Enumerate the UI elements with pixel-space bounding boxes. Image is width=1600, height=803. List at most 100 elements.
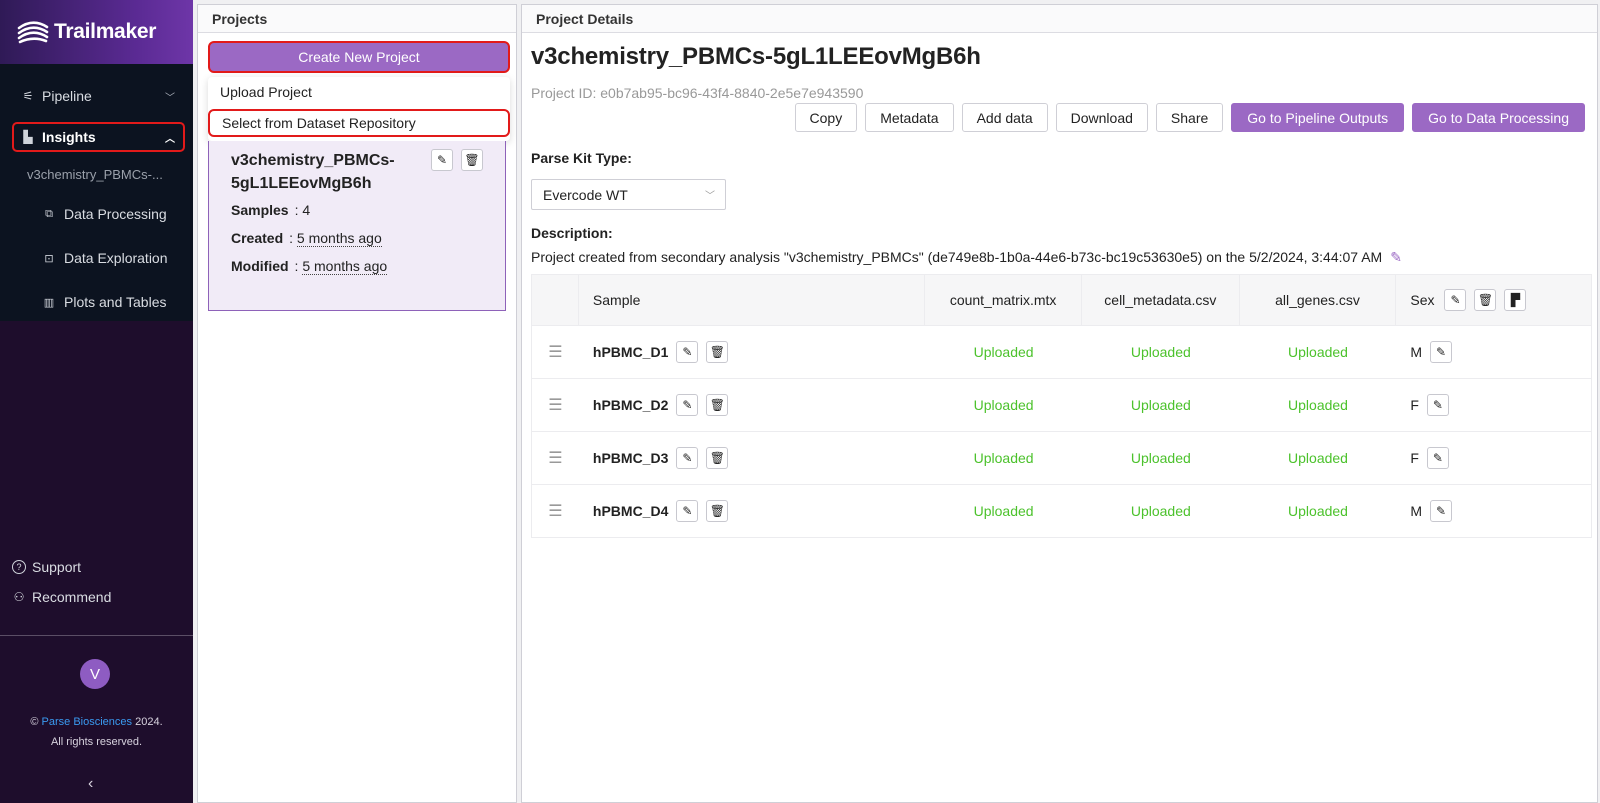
created-value: 5 months ago xyxy=(296,230,382,247)
nav-project-name[interactable]: v3chemistry_PBMCs-... xyxy=(0,156,193,192)
project-card-actions: ✎ 🗑 xyxy=(431,149,483,171)
pencil-icon[interactable]: ✎ xyxy=(1430,500,1453,522)
drag-handle-icon[interactable]: ☰ xyxy=(532,326,579,378)
chevron-down-icon: ﹀ xyxy=(165,92,175,104)
sample-cell: hPBMC_D3 ✎ 🗑 xyxy=(579,432,925,484)
copyright-year: 2024. xyxy=(135,716,163,728)
column-header-all-genes: all_genes.csv xyxy=(1240,275,1397,325)
samples-row: Samples: 4 xyxy=(231,202,311,218)
create-new-project-button[interactable]: Create New Project xyxy=(208,41,510,73)
project-card[interactable]: v3chemistry_PBMCs-5gL1LEEovMgB6h ✎ 🗑 Sam… xyxy=(208,141,506,311)
users-icon: ⚇ xyxy=(13,590,25,604)
details-header: Project Details xyxy=(522,5,1597,33)
parse-kit-select[interactable]: Evercode WT ﹀ xyxy=(531,179,726,210)
pencil-icon[interactable]: ✎ xyxy=(1430,341,1453,363)
select-dataset-repository-option[interactable]: Select from Dataset Repository xyxy=(208,109,510,137)
sex-value: F xyxy=(1410,450,1419,466)
count-matrix-status: Uploaded xyxy=(973,503,1034,519)
table-row: ☰ hPBMC_D2 ✎ 🗑 Uploaded Uploaded Uploade… xyxy=(531,379,1592,432)
go-to-data-processing-button[interactable]: Go to Data Processing xyxy=(1412,103,1585,132)
count-matrix-status: Uploaded xyxy=(973,397,1034,413)
sex-value: M xyxy=(1410,344,1423,360)
go-to-pipeline-outputs-button[interactable]: Go to Pipeline Outputs xyxy=(1231,103,1405,132)
trash-icon[interactable]: 🗑 xyxy=(706,341,729,363)
pencil-icon[interactable]: ✎ xyxy=(1390,249,1402,265)
chevron-down-icon: ﹀ xyxy=(705,191,715,202)
projects-panel: Projects Create New Project Upload Proje… xyxy=(197,4,517,803)
pencil-icon[interactable]: ✎ xyxy=(431,149,453,171)
pipeline-icon: ⚟ xyxy=(22,89,34,103)
support-label: Support xyxy=(32,559,82,575)
parse-kit-value: Evercode WT xyxy=(543,186,628,203)
pencil-icon[interactable]: ✎ xyxy=(676,394,699,416)
pencil-icon[interactable]: ✎ xyxy=(676,500,699,522)
trash-icon[interactable]: 🗑 xyxy=(706,500,729,522)
chevron-up-icon: ︿ xyxy=(165,133,175,145)
upload-project-option[interactable]: Upload Project xyxy=(208,77,510,107)
nav-item-label: Pipeline xyxy=(42,88,92,104)
sample-name: hPBMC_D4 xyxy=(592,503,669,519)
sidebar-footer-links: ? Support ⚇ Recommend xyxy=(0,552,193,612)
table-row: ☰ hPBMC_D1 ✎ 🗑 Uploaded Uploaded Uploade… xyxy=(531,326,1592,379)
cell-metadata-status: Uploaded xyxy=(1130,397,1191,413)
drag-handle-icon[interactable]: ☰ xyxy=(532,379,579,431)
parse-biosciences-link[interactable]: Parse Biosciences xyxy=(42,716,133,728)
trash-icon[interactable]: 🗑 xyxy=(461,149,483,171)
sidebar-divider xyxy=(0,635,193,636)
pencil-icon[interactable]: ✎ xyxy=(676,447,699,469)
pencil-icon[interactable]: ✎ xyxy=(1426,394,1449,416)
nav-sub-label: Plots and Tables xyxy=(64,294,167,310)
nav-sub-plots-tables[interactable]: ▥ Plots and Tables xyxy=(0,280,193,324)
support-link[interactable]: ? Support xyxy=(0,552,193,582)
sample-cell: hPBMC_D2 ✎ 🗑 xyxy=(579,379,925,431)
page-title: v3chemistry_PBMCs-5gL1LEEovMgB6h xyxy=(531,43,981,70)
sex-header-label: Sex xyxy=(1410,292,1435,308)
trash-icon[interactable]: 🗑 xyxy=(1474,289,1497,311)
sex-value: M xyxy=(1410,503,1423,519)
nav-sub-data-exploration[interactable]: ⊡ Data Exploration xyxy=(0,236,193,280)
pencil-icon[interactable]: ✎ xyxy=(1426,447,1449,469)
pencil-icon[interactable]: ✎ xyxy=(1444,289,1467,311)
trash-icon[interactable]: 🗑 xyxy=(706,394,729,416)
recommend-link[interactable]: ⚇ Recommend xyxy=(0,582,193,612)
sex-cell: M ✎ xyxy=(1396,485,1591,537)
drag-handle-icon[interactable]: ☰ xyxy=(532,485,579,537)
samples-label: Samples xyxy=(231,202,289,218)
all-genes-status: Uploaded xyxy=(1288,503,1348,519)
cell-metadata-status: Uploaded xyxy=(1130,450,1191,466)
trash-icon[interactable]: 🗑 xyxy=(706,447,729,469)
description-text: Project created from secondary analysis … xyxy=(531,249,1383,265)
all-genes-status: Uploaded xyxy=(1288,397,1348,413)
copyright-symbol: © xyxy=(30,716,39,728)
nav-item-pipeline[interactable]: ⚟ Pipeline ﹀ xyxy=(0,78,193,114)
samples-table: Sample count_matrix.mtx cell_metadata.cs… xyxy=(531,274,1592,538)
created-label: Created xyxy=(231,230,284,246)
column-header-cell-metadata: cell_metadata.csv xyxy=(1082,275,1240,325)
sample-name: hPBMC_D3 xyxy=(592,450,669,466)
count-matrix-status: Uploaded xyxy=(973,450,1034,466)
copy-button[interactable]: Copy xyxy=(794,103,858,132)
brand-name: Trailmaker xyxy=(54,20,157,43)
nav-sub-label: Data Exploration xyxy=(64,250,168,266)
collapse-sidebar-icon[interactable]: ‹ xyxy=(88,775,93,793)
paint-format-icon[interactable]: ▛ xyxy=(1504,289,1527,311)
metadata-button[interactable]: Metadata xyxy=(865,103,954,132)
table-header: Sample count_matrix.mtx cell_metadata.cs… xyxy=(531,274,1592,326)
avatar[interactable]: V xyxy=(80,659,110,689)
sex-cell: F ✎ xyxy=(1396,379,1591,431)
modified-label: Modified xyxy=(231,258,289,274)
pencil-icon[interactable]: ✎ xyxy=(676,341,699,363)
download-button[interactable]: Download xyxy=(1055,103,1148,132)
sex-cell: F ✎ xyxy=(1396,432,1591,484)
nav-sub-data-processing[interactable]: ⧉ Data Processing xyxy=(0,192,193,236)
project-card-name: v3chemistry_PBMCs-5gL1LEEovMgB6h xyxy=(231,152,395,192)
data-exploration-icon: ⊡ xyxy=(44,252,54,265)
cell-metadata-status: Uploaded xyxy=(1130,344,1191,360)
share-button[interactable]: Share xyxy=(1155,103,1224,132)
trailmaker-logo-icon xyxy=(17,21,49,44)
brand-header: Trailmaker xyxy=(0,0,193,64)
nav-item-insights[interactable]: ▙ Insights ︿ xyxy=(12,122,185,152)
add-data-button[interactable]: Add data xyxy=(961,103,1048,132)
drag-handle-icon[interactable]: ☰ xyxy=(532,432,579,484)
project-actions: Copy Metadata Add data Download Share Go… xyxy=(794,103,1585,132)
